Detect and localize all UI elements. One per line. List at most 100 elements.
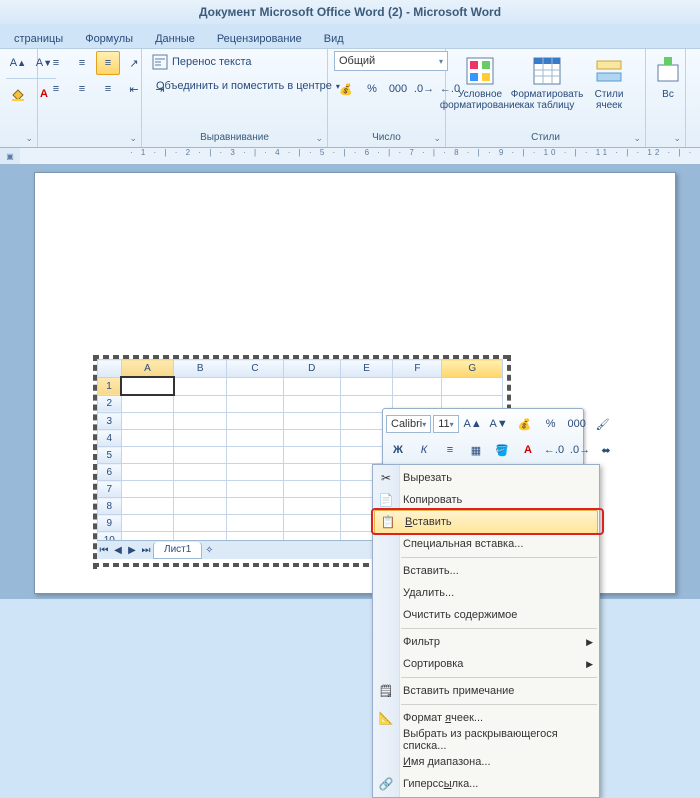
- ctx-hyperlink[interactable]: 🔗Гиперссылка...: [373, 773, 599, 795]
- row-header-6[interactable]: 6: [98, 464, 122, 481]
- cell[interactable]: [121, 447, 174, 464]
- cell[interactable]: [121, 481, 174, 498]
- cell[interactable]: [174, 377, 227, 395]
- cell[interactable]: [227, 532, 284, 541]
- mini-comma[interactable]: 000: [565, 412, 589, 436]
- cell[interactable]: [283, 377, 340, 395]
- row-header-9[interactable]: 9: [98, 515, 122, 532]
- cell[interactable]: [283, 532, 340, 541]
- merge-center-button[interactable]: Объединить и поместить в центре ▾: [148, 75, 321, 97]
- cell[interactable]: [174, 395, 227, 413]
- ctx-insert-comment[interactable]: 🗒Вставить примечание: [373, 680, 599, 702]
- align-middle-button[interactable]: ≡: [70, 51, 94, 75]
- cell[interactable]: [283, 447, 340, 464]
- cell[interactable]: [121, 515, 174, 532]
- cell[interactable]: [227, 498, 284, 515]
- cell-A1[interactable]: [121, 377, 174, 395]
- cell[interactable]: [121, 430, 174, 447]
- cell[interactable]: [283, 395, 340, 413]
- cell[interactable]: [227, 481, 284, 498]
- cell[interactable]: [174, 413, 227, 430]
- row-header-4[interactable]: 4: [98, 430, 122, 447]
- cell[interactable]: [283, 413, 340, 430]
- format-as-table-button[interactable]: Форматировать как таблицу: [512, 51, 582, 127]
- mini-bold[interactable]: Ж: [386, 438, 410, 462]
- row-header-2[interactable]: 2: [98, 395, 122, 413]
- mini-dec-decimal[interactable]: ←.0: [542, 438, 566, 462]
- cell[interactable]: [283, 498, 340, 515]
- mini-percent[interactable]: %: [539, 412, 563, 436]
- ctx-paste-special[interactable]: Специальная вставка...: [373, 533, 599, 555]
- ctx-copy[interactable]: 📄Копировать: [373, 489, 599, 511]
- mini-font-color[interactable]: A: [516, 438, 540, 462]
- sheet-nav-last[interactable]: ⏭: [139, 545, 153, 556]
- col-header-C[interactable]: C: [227, 360, 284, 378]
- cell[interactable]: [174, 447, 227, 464]
- cell[interactable]: [340, 377, 393, 395]
- col-header-F[interactable]: F: [393, 360, 442, 378]
- cell[interactable]: [174, 498, 227, 515]
- mini-format-painter[interactable]: 🖌: [591, 412, 615, 436]
- mini-borders[interactable]: ▦: [464, 438, 488, 462]
- mini-align-center[interactable]: ≡: [438, 438, 462, 462]
- cell[interactable]: [227, 430, 284, 447]
- cell[interactable]: [227, 395, 284, 413]
- cell[interactable]: [121, 413, 174, 430]
- cell[interactable]: [174, 464, 227, 481]
- ctx-format-cells[interactable]: 📐Формат ячеек...: [373, 707, 599, 729]
- cell-styles-button[interactable]: Стили ячеек: [586, 51, 632, 127]
- mini-fill-color[interactable]: 🪣: [490, 438, 514, 462]
- cell[interactable]: [283, 464, 340, 481]
- cell[interactable]: [227, 413, 284, 430]
- tab-view[interactable]: Вид: [320, 30, 348, 48]
- col-header-G[interactable]: G: [442, 360, 503, 378]
- tab-data[interactable]: Данные: [151, 30, 199, 48]
- comma-style-button[interactable]: 000: [386, 77, 410, 101]
- cell[interactable]: [174, 430, 227, 447]
- row-header-3[interactable]: 3: [98, 413, 122, 430]
- ctx-name-range[interactable]: Имя диапазона...: [373, 751, 599, 773]
- select-all-corner[interactable]: [98, 360, 122, 378]
- insert-cells-button[interactable]: Вс: [652, 51, 684, 127]
- cell[interactable]: [121, 532, 174, 541]
- align-top-button[interactable]: ≡: [44, 51, 68, 75]
- cell[interactable]: [283, 515, 340, 532]
- row-header-5[interactable]: 5: [98, 447, 122, 464]
- cell[interactable]: [442, 377, 503, 395]
- currency-button[interactable]: 💰: [334, 77, 358, 101]
- cell[interactable]: [283, 430, 340, 447]
- col-header-D[interactable]: D: [283, 360, 340, 378]
- sheet-nav-first[interactable]: ⏮: [97, 545, 111, 556]
- ctx-pick-from-list[interactable]: Выбрать из раскрывающегося списка...: [373, 729, 599, 751]
- sheet-tab-1[interactable]: Лист1: [153, 542, 202, 559]
- cell[interactable]: [227, 515, 284, 532]
- ctx-sort[interactable]: Сортировка▶: [373, 653, 599, 675]
- row-header-1[interactable]: 1: [98, 377, 122, 395]
- cell[interactable]: [121, 464, 174, 481]
- cell[interactable]: [174, 481, 227, 498]
- cell[interactable]: [121, 498, 174, 515]
- percent-button[interactable]: %: [360, 77, 384, 101]
- ctx-insert[interactable]: Вставить...: [373, 560, 599, 582]
- fill-color-button[interactable]: [6, 82, 30, 106]
- mini-size-dropdown[interactable]: 11▾: [433, 415, 458, 433]
- row-header-7[interactable]: 7: [98, 481, 122, 498]
- cell[interactable]: [174, 532, 227, 541]
- mini-inc-decimal[interactable]: .0→: [568, 438, 592, 462]
- new-sheet-button[interactable]: ✧: [202, 545, 216, 556]
- sheet-nav-prev[interactable]: ◀: [111, 545, 125, 556]
- ctx-cut[interactable]: ✂Вырезать: [373, 467, 599, 489]
- mini-merge[interactable]: ⬌: [594, 438, 618, 462]
- align-right-button[interactable]: ≡: [96, 77, 120, 101]
- align-center-button[interactable]: ≡: [70, 77, 94, 101]
- mini-italic[interactable]: К: [412, 438, 436, 462]
- ruler-toggle[interactable]: ▣: [0, 148, 21, 165]
- mini-shrink-font[interactable]: A▼: [487, 412, 511, 436]
- ctx-filter[interactable]: Фильтр▶: [373, 631, 599, 653]
- ctx-clear-contents[interactable]: Очистить содержимое: [373, 604, 599, 626]
- cell[interactable]: [174, 515, 227, 532]
- col-header-B[interactable]: B: [174, 360, 227, 378]
- col-header-A[interactable]: A: [121, 360, 174, 378]
- cell[interactable]: [227, 464, 284, 481]
- mini-font-dropdown[interactable]: Calibri▾: [386, 415, 431, 433]
